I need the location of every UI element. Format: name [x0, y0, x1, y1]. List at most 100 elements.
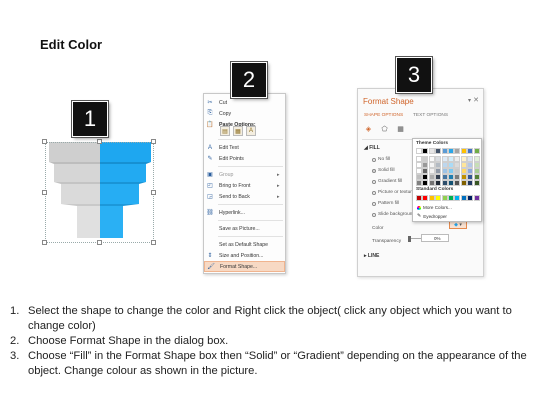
- resize-handle[interactable]: [151, 190, 156, 195]
- fill-line-icon[interactable]: ◈: [364, 125, 373, 133]
- line-section-header[interactable]: ▸ LINE: [364, 253, 379, 259]
- theme-color-swatch[interactable]: [435, 180, 442, 186]
- standard-color-swatch[interactable]: [428, 195, 435, 201]
- fill-section-header[interactable]: ◢ FILL: [364, 145, 380, 151]
- standard-color-swatch[interactable]: [435, 195, 442, 201]
- menu-item-bring-to-front[interactable]: ◰ Bring to Front ▸: [204, 180, 285, 191]
- theme-color-swatch[interactable]: [454, 148, 461, 154]
- theme-color-swatch[interactable]: [428, 148, 435, 154]
- color-wheel-icon: [417, 205, 421, 210]
- standard-color-swatch[interactable]: [416, 195, 422, 201]
- resize-handle[interactable]: [42, 190, 47, 195]
- clipboard-icon: 📋: [206, 122, 214, 128]
- paste-picture-icon[interactable]: ▦: [233, 126, 243, 136]
- bring-front-icon: ◰: [207, 183, 213, 189]
- menu-item-size-and-position[interactable]: ⇕ Size and Position...: [204, 250, 285, 261]
- pattern-fill-option[interactable]: Pattern fill: [372, 201, 399, 206]
- hyperlink-icon: ⛓: [206, 210, 214, 216]
- menu-item-label: Save as Picture...: [219, 225, 260, 232]
- resize-handle[interactable]: [97, 139, 102, 144]
- resize-handle[interactable]: [97, 240, 102, 245]
- resize-handle[interactable]: [42, 240, 47, 245]
- paste-keep-format-icon[interactable]: ▤: [220, 126, 230, 136]
- edit-points-icon: ✎: [207, 156, 213, 162]
- eyedropper-link[interactable]: ✎ Eyedropper: [417, 213, 447, 219]
- instruction-step: 1. Select the shape to change the color a…: [10, 305, 512, 332]
- radio-button[interactable]: [372, 201, 376, 206]
- no-fill-option[interactable]: No fill: [372, 157, 390, 162]
- theme-color-swatch[interactable]: [416, 180, 422, 186]
- pane-category-icons: ◈ ⬠ ▦: [364, 125, 405, 133]
- theme-color-swatch[interactable]: [448, 148, 454, 154]
- radio-button[interactable]: [372, 168, 376, 173]
- transparency-slider-knob[interactable]: [408, 235, 411, 242]
- fill-color-dropdown[interactable]: ◆ ▾: [449, 221, 467, 229]
- radio-button[interactable]: [372, 157, 376, 162]
- standard-color-swatch[interactable]: [448, 195, 454, 201]
- copy-icon: ⎘: [207, 110, 213, 116]
- more-colors-link[interactable]: More Colors...: [417, 205, 452, 210]
- radio-button[interactable]: [372, 190, 376, 195]
- menu-item-edit-points[interactable]: ✎ Edit Points: [204, 153, 285, 164]
- standard-color-swatch[interactable]: [454, 195, 461, 201]
- gradient-fill-option[interactable]: Gradient fill: [372, 179, 402, 184]
- radio-button[interactable]: [372, 179, 376, 184]
- menu-item-label: Group: [219, 171, 234, 178]
- menu-item-cut[interactable]: ✂ Cut: [204, 97, 285, 108]
- solid-fill-option[interactable]: Solid fill: [372, 168, 395, 173]
- resize-handle[interactable]: [42, 139, 47, 144]
- menu-item-save-as-picture[interactable]: Save as Picture...: [204, 223, 285, 234]
- paste-options-row: ▤ ▦ A: [220, 126, 256, 136]
- tab-shape-options[interactable]: SHAPE OPTIONS: [364, 113, 403, 118]
- menu-item-label: Edit Points: [219, 155, 244, 162]
- theme-color-swatch[interactable]: [422, 180, 429, 186]
- menu-item-copy[interactable]: ⎘ Copy: [204, 108, 285, 119]
- close-icon[interactable]: ✕: [473, 96, 479, 104]
- theme-color-swatch[interactable]: [448, 180, 454, 186]
- transparency-input[interactable]: 0%: [421, 234, 449, 242]
- theme-color-swatch[interactable]: [422, 148, 429, 154]
- standard-color-swatch[interactable]: [473, 195, 480, 201]
- edit-text-icon: A: [207, 144, 212, 151]
- paste-text-icon[interactable]: A: [246, 126, 256, 136]
- resize-handle[interactable]: [151, 139, 156, 144]
- step-badge-3: 3: [396, 57, 432, 93]
- theme-color-swatch[interactable]: [473, 148, 480, 154]
- radio-button[interactable]: [372, 212, 376, 217]
- menu-item-group[interactable]: ▣ Group ▸: [204, 169, 285, 180]
- chevron-down-icon: ▾: [459, 222, 462, 228]
- standard-color-swatch[interactable]: [441, 195, 448, 201]
- theme-color-swatch[interactable]: [454, 180, 461, 186]
- resize-handle[interactable]: [151, 240, 156, 245]
- theme-color-swatch[interactable]: [441, 148, 448, 154]
- page-title: Edit Color: [40, 37, 103, 52]
- menu-item-send-to-back[interactable]: ◲ Send to Back ▸: [204, 191, 285, 202]
- standard-color-swatch[interactable]: [422, 195, 429, 201]
- theme-color-swatch[interactable]: [460, 180, 467, 186]
- tab-text-options[interactable]: TEXT OPTIONS: [413, 113, 448, 118]
- menu-item-hyperlink[interactable]: ⛓ Hyperlink...: [204, 207, 285, 218]
- theme-color-swatch[interactable]: [416, 148, 422, 154]
- theme-color-swatch[interactable]: [467, 148, 474, 154]
- eyedropper-icon: ✎: [417, 213, 422, 219]
- pane-options-icon[interactable]: ▾: [468, 97, 471, 104]
- submenu-arrow-icon: ▸: [277, 182, 280, 189]
- theme-color-swatch[interactable]: [428, 180, 435, 186]
- menu-item-label: Send to Back: [219, 193, 250, 200]
- menu-item-edit-text[interactable]: A Edit Text: [204, 142, 285, 153]
- theme-color-swatch[interactable]: [435, 148, 442, 154]
- standard-color-swatch[interactable]: [467, 195, 474, 201]
- scissors-icon: ✂: [207, 100, 213, 106]
- color-label: Color: [372, 226, 384, 231]
- theme-color-swatch[interactable]: [473, 180, 480, 186]
- effects-icon[interactable]: ⬠: [380, 125, 389, 133]
- theme-color-swatch[interactable]: [467, 180, 474, 186]
- menu-item-format-shape[interactable]: 🖌 Format Shape...: [204, 261, 285, 272]
- theme-color-swatch[interactable]: [460, 148, 467, 154]
- theme-color-swatch[interactable]: [441, 180, 448, 186]
- menu-item-set-default-shape[interactable]: Set as Default Shape: [204, 239, 285, 250]
- color-palette-popup: Theme Colors Standard Colors More Colors…: [412, 138, 482, 222]
- format-shape-icon: 🖌: [207, 264, 215, 270]
- standard-color-swatch[interactable]: [460, 195, 467, 201]
- size-properties-icon[interactable]: ▦: [396, 125, 405, 133]
